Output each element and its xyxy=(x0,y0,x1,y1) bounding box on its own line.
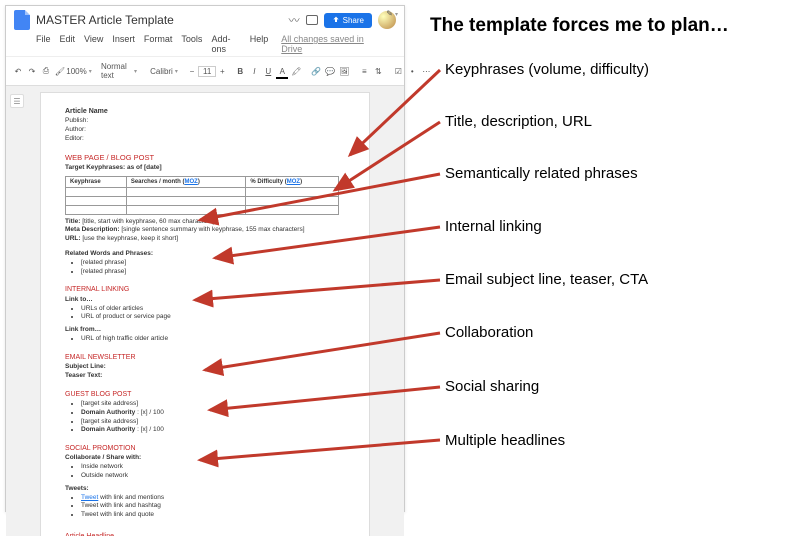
publish-field: Publish: xyxy=(65,117,345,126)
menu-edit[interactable]: Edit xyxy=(60,34,76,54)
titlebar: MASTER Article Template 〰 Share xyxy=(6,6,404,34)
font-size-plus[interactable]: + xyxy=(218,65,226,78)
th-difficulty: % Difficulty (MOZ) xyxy=(246,176,339,187)
collab-heading: Collaborate / Share with: xyxy=(65,454,345,463)
font-select[interactable]: Calibri xyxy=(148,65,180,78)
related-phrases-heading: Related Words and Phrases: xyxy=(65,250,345,259)
article-name-heading: Article Name xyxy=(65,107,345,116)
annotation-panel: The template forces me to plan… Keyphras… xyxy=(395,5,795,512)
share-button[interactable]: Share xyxy=(324,13,372,28)
menu-tools[interactable]: Tools xyxy=(181,34,202,54)
google-docs-icon[interactable] xyxy=(14,10,30,30)
link-to-heading: Link to… xyxy=(65,296,345,305)
anno-headlines: Multiple headlines xyxy=(445,432,565,449)
editor-field: Editor: xyxy=(65,135,345,144)
font-size-minus[interactable]: − xyxy=(188,65,196,78)
anno-email: Email subject line, teaser, CTA xyxy=(445,271,648,288)
outline-toggle-icon[interactable]: ☰ xyxy=(10,94,24,108)
font-size-input[interactable]: 11 xyxy=(198,66,216,77)
paint-format-icon[interactable]: 🖌 xyxy=(54,65,66,78)
menu-insert[interactable]: Insert xyxy=(112,34,135,54)
link-icon[interactable]: 🔗 xyxy=(310,65,322,78)
section-guest-post: GUEST BLOG POST xyxy=(65,390,345,399)
tweets-heading: Tweets: xyxy=(65,485,345,494)
anno-title-desc: Title, description, URL xyxy=(445,113,592,130)
highlight-icon[interactable]: 🖍 xyxy=(290,65,302,78)
menu-help[interactable]: Help xyxy=(250,34,269,54)
section-internal-linking: INTERNAL LINKING xyxy=(65,285,345,294)
print-icon[interactable]: ⎙ xyxy=(40,64,52,78)
bold-icon[interactable]: B xyxy=(234,65,246,78)
th-searches: Searches / month (MOZ) xyxy=(126,176,246,187)
anno-semantic: Semantically related phrases xyxy=(445,165,638,182)
google-doc-window: MASTER Article Template 〰 Share File Edi… xyxy=(5,5,405,512)
menubar: File Edit View Insert Format Tools Add-o… xyxy=(6,34,404,56)
italic-icon[interactable]: I xyxy=(248,65,260,78)
anno-social: Social sharing xyxy=(445,378,539,395)
text-color-icon[interactable]: A xyxy=(276,65,288,78)
comment-history-icon[interactable] xyxy=(306,15,318,25)
table-row xyxy=(66,196,339,205)
menu-addons[interactable]: Add-ons xyxy=(211,34,240,54)
subject-line: Subject Line: xyxy=(65,363,345,372)
author-field: Author: xyxy=(65,126,345,135)
anno-internal: Internal linking xyxy=(445,218,542,235)
section-webpage: WEB PAGE / BLOG POST xyxy=(65,153,345,163)
table-row xyxy=(66,187,339,196)
table-row xyxy=(66,205,339,214)
related-phrases-list: [related phrase] [related phrase] xyxy=(65,259,345,277)
section-social: SOCIAL PROMOTION xyxy=(65,444,345,453)
url-field: URL: [use the keyphrase, keep it short] xyxy=(65,235,345,244)
toolbar: ↶ ↷ ⎙ 🖌 100% Normal text Calibri − 11 + … xyxy=(6,56,404,86)
menu-file[interactable]: File xyxy=(36,34,51,54)
annotation-title: The template forces me to plan… xyxy=(430,15,729,37)
align-icon[interactable]: ≡ xyxy=(358,65,370,78)
target-keyphrases: Target Keyphrases: as of [date] xyxy=(65,164,345,173)
document-title[interactable]: MASTER Article Template xyxy=(36,13,283,27)
undo-icon[interactable]: ↶ xyxy=(12,65,24,78)
link-from-heading: Link from… xyxy=(65,326,345,335)
th-keyphrase: Keyphrase xyxy=(66,176,127,187)
anno-keyphrases: Keyphrases (volume, difficulty) xyxy=(445,61,649,78)
anno-collab: Collaboration xyxy=(445,324,533,341)
redo-icon[interactable]: ↷ xyxy=(26,65,38,78)
keyphrase-table: Keyphrase Searches / month (MOZ) % Diffi… xyxy=(65,176,339,215)
document-page[interactable]: Article Name Publish: Author: Editor: WE… xyxy=(40,92,370,536)
line-spacing-icon[interactable]: ⇅ xyxy=(372,65,384,78)
document-canvas: ☰ Article Name Publish: Author: Editor: … xyxy=(6,86,404,536)
style-select[interactable]: Normal text xyxy=(98,60,140,82)
article-headline: Article Headline xyxy=(65,532,345,536)
image-icon[interactable]: 🖼 xyxy=(338,65,350,78)
menu-view[interactable]: View xyxy=(84,34,103,54)
menu-format[interactable]: Format xyxy=(144,34,173,54)
add-comment-icon[interactable]: 💬 xyxy=(324,65,336,78)
save-status: All changes saved in Drive xyxy=(281,34,374,54)
underline-icon[interactable]: U xyxy=(262,65,274,78)
title-field: Title: Title: [title, start with keyphra… xyxy=(65,218,345,227)
meta-desc-field: Meta Description: [single sentence summa… xyxy=(65,226,345,235)
teaser-text: Teaser Text: xyxy=(65,372,345,381)
section-email: EMAIL NEWSLETTER xyxy=(65,353,345,362)
activity-icon[interactable]: 〰 xyxy=(289,12,300,28)
zoom-select[interactable]: 100% xyxy=(68,65,90,78)
